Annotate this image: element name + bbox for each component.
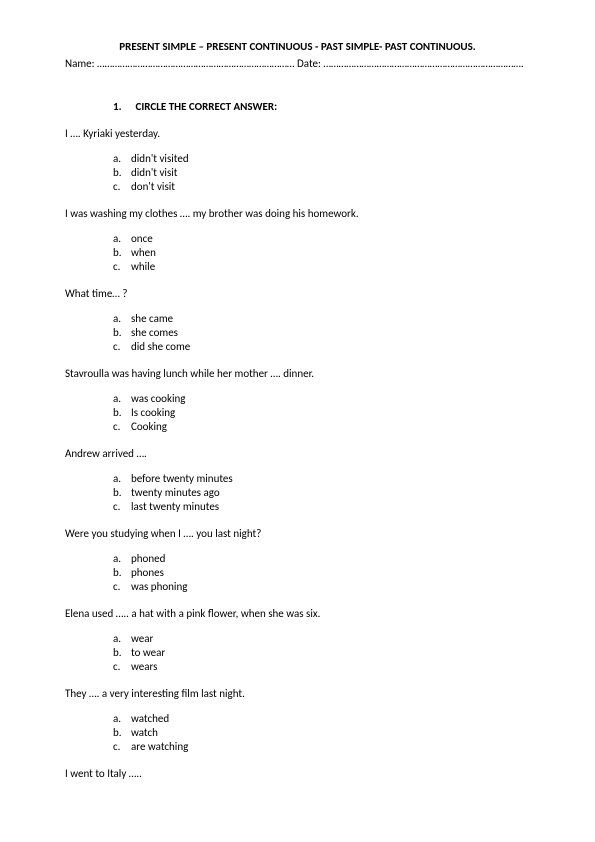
option-letter: c. [113,340,131,353]
option-item: a.wear [113,632,530,645]
options-list: a.watchedb.watchc.are watching [113,712,530,753]
option-text: phones [131,566,164,579]
option-letter: b. [113,246,131,259]
options-list: a.didn't visitedb.didn't visitc.don't vi… [113,152,530,193]
option-text: once [131,232,153,245]
option-text: she comes [131,326,178,339]
page-title: PRESENT SIMPLE – PRESENT CONTINUOUS - PA… [65,40,530,53]
option-item: a.before twenty minutes [113,472,530,485]
section-heading: 1. CIRCLE THE CORRECT ANSWER: [113,100,530,113]
question-text: I went to Italy ….. [65,767,530,780]
question-text: I was washing my clothes …. my brother w… [65,207,530,220]
option-letter: a. [113,552,131,565]
option-text: are watching [131,740,188,753]
name-date-row: Name: …………………………………………………………………… Date: …… [65,57,530,70]
option-item: a.once [113,232,530,245]
option-item: b.watch [113,726,530,739]
option-letter: b. [113,726,131,739]
option-text: did she come [131,340,190,353]
option-text: was cooking [131,392,185,405]
section-number: 1. [113,100,133,113]
option-item: c.don't visit [113,180,530,193]
option-text: before twenty minutes [131,472,233,485]
question-text: I …. Kyriaki yesterday. [65,127,530,140]
option-text: while [131,260,155,273]
option-text: when [131,246,156,259]
option-letter: c. [113,420,131,433]
option-letter: a. [113,392,131,405]
option-item: a.phoned [113,552,530,565]
option-text: watch [131,726,158,739]
option-item: a.didn't visited [113,152,530,165]
option-text: wears [131,660,157,673]
question-text: Were you studying when I …. you last nig… [65,527,530,540]
option-text: didn't visited [131,152,189,165]
option-text: don't visit [131,180,175,193]
option-text: to wear [131,646,165,659]
option-item: b.Is cooking [113,406,530,419]
date-field-label: Date: ……………………………………………………………………. [297,57,524,70]
option-letter: b. [113,406,131,419]
question-text: Elena used ….. a hat with a pink flower,… [65,607,530,620]
option-text: didn't visit [131,166,177,179]
option-letter: a. [113,312,131,325]
option-item: c.are watching [113,740,530,753]
option-letter: a. [113,712,131,725]
option-item: c.while [113,260,530,273]
section-title: CIRCLE THE CORRECT ANSWER: [136,100,278,113]
option-letter: a. [113,632,131,645]
option-item: c.did she come [113,340,530,353]
question-text: Andrew arrived …. [65,447,530,460]
option-text: watched [131,712,169,725]
option-text: phoned [131,552,165,565]
question-text: What time… ? [65,287,530,300]
option-letter: c. [113,500,131,513]
options-list: a.was cookingb.Is cookingc.Cooking [113,392,530,433]
option-letter: b. [113,646,131,659]
option-letter: b. [113,166,131,179]
option-text: twenty minutes ago [131,486,220,499]
option-text: Cooking [131,420,167,433]
option-letter: c. [113,260,131,273]
name-field-label: Name: …………………………………………………………………… [65,57,295,70]
option-item: a.she came [113,312,530,325]
option-letter: a. [113,152,131,165]
option-item: c.wears [113,660,530,673]
options-list: a.before twenty minutesb.twenty minutes … [113,472,530,513]
option-letter: c. [113,580,131,593]
options-list: a.phonedb.phonesc.was phoning [113,552,530,593]
option-item: b.phones [113,566,530,579]
option-letter: b. [113,326,131,339]
options-list: a.onceb.whenc.while [113,232,530,273]
question-text: They …. a very interesting film last nig… [65,687,530,700]
option-item: b.when [113,246,530,259]
option-item: b.to wear [113,646,530,659]
option-letter: a. [113,472,131,485]
option-item: c.was phoning [113,580,530,593]
option-letter: a. [113,232,131,245]
option-item: a.watched [113,712,530,725]
question-text: Stavroulla was having lunch while her mo… [65,367,530,380]
option-letter: c. [113,180,131,193]
options-list: a.wearb.to wearc.wears [113,632,530,673]
option-text: was phoning [131,580,187,593]
option-letter: b. [113,486,131,499]
option-item: b.didn't visit [113,166,530,179]
option-item: b.she comes [113,326,530,339]
option-text: last twenty minutes [131,500,219,513]
questions-container: I …. Kyriaki yesterday.a.didn't visitedb… [65,127,530,780]
option-text: she came [131,312,173,325]
option-text: Is cooking [131,406,175,419]
option-item: c.last twenty minutes [113,500,530,513]
option-letter: c. [113,660,131,673]
option-item: c.Cooking [113,420,530,433]
option-letter: c. [113,740,131,753]
option-text: wear [131,632,153,645]
option-item: b.twenty minutes ago [113,486,530,499]
options-list: a.she cameb.she comesc.did she come [113,312,530,353]
option-item: a.was cooking [113,392,530,405]
option-letter: b. [113,566,131,579]
